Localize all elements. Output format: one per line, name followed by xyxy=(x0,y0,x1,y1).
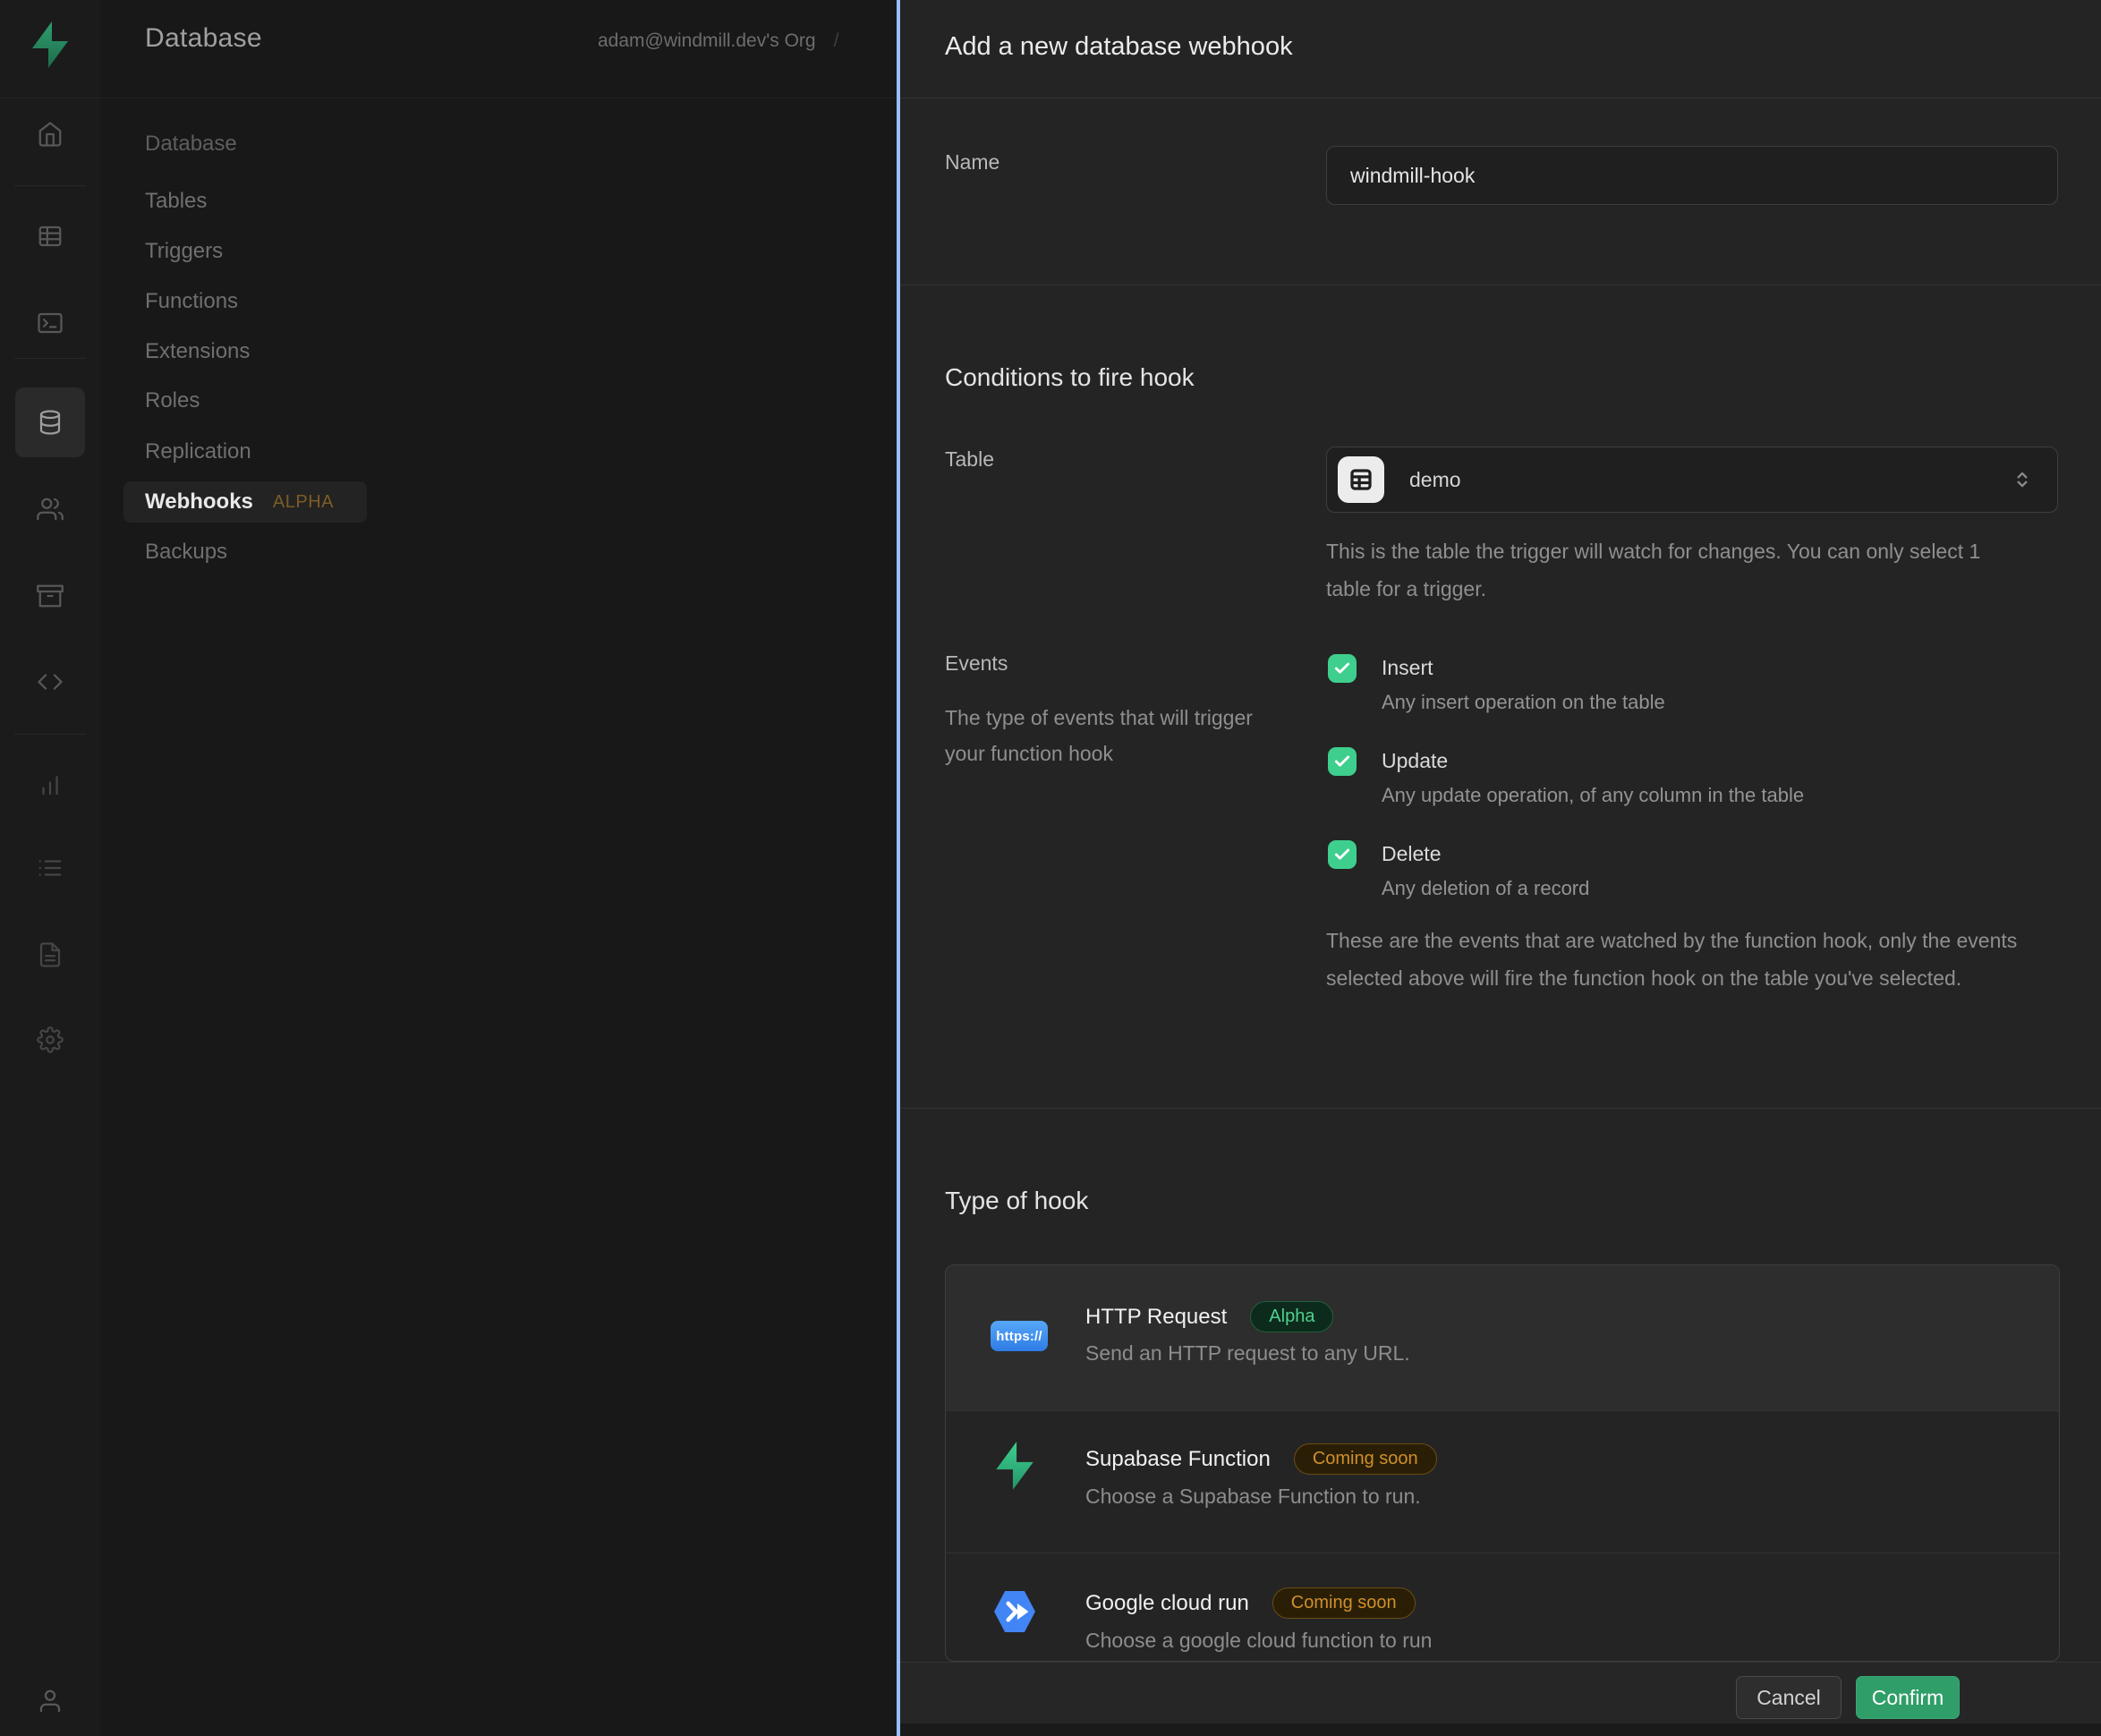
delete-checkbox[interactable] xyxy=(1328,840,1357,869)
breadcrumb: adam@windmill.dev's Org / xyxy=(598,30,838,52)
database-icon xyxy=(37,409,64,436)
sidebar-item-functions[interactable]: Functions xyxy=(145,289,238,314)
rail-divider xyxy=(14,358,86,359)
hook-option-http-request[interactable]: https:// HTTP Request Alpha Send an HTTP… xyxy=(946,1265,2059,1410)
webhook-name-input[interactable] xyxy=(1326,146,2058,205)
sidebar-item-roles[interactable]: Roles xyxy=(145,388,200,413)
reports-icon[interactable] xyxy=(37,771,64,798)
sidebar-item-triggers[interactable]: Triggers xyxy=(145,239,223,264)
alpha-pill: Alpha xyxy=(1250,1301,1333,1332)
hook-type-options: https:// HTTP Request Alpha Send an HTTP… xyxy=(945,1264,2060,1662)
insert-desc: Any insert operation on the table xyxy=(1382,691,1665,714)
name-label: Name xyxy=(945,150,999,174)
check-icon xyxy=(1333,753,1351,770)
conditions-heading: Conditions to fire hook xyxy=(945,363,1195,392)
supabase-logo-icon xyxy=(992,1440,1037,1492)
hook-option-desc: Choose a google cloud function to run xyxy=(1085,1629,1432,1653)
sidebar-item-webhooks[interactable]: Webhooks ALPHA xyxy=(145,489,334,515)
hook-option-google-cloud-run[interactable]: Google cloud run Coming soon Choose a go… xyxy=(946,1553,2059,1662)
hook-option-title: Supabase Function xyxy=(1085,1447,1271,1472)
storage-icon[interactable] xyxy=(37,583,64,609)
insert-checkbox[interactable] xyxy=(1328,654,1357,683)
delete-desc: Any deletion of a record xyxy=(1382,877,1589,900)
table-help-text: This is the table the trigger will watch… xyxy=(1326,532,2015,608)
webhooks-label: Webhooks xyxy=(145,489,253,515)
hook-option-desc: Choose a Supabase Function to run. xyxy=(1085,1485,1421,1509)
drawer-title: Add a new database webhook xyxy=(945,32,1293,62)
table-icon xyxy=(1338,456,1384,503)
table-label: Table xyxy=(945,447,994,472)
check-icon xyxy=(1333,660,1351,677)
docs-icon[interactable] xyxy=(37,941,64,968)
supabase-logo[interactable] xyxy=(29,20,72,70)
cancel-button[interactable]: Cancel xyxy=(1736,1676,1842,1719)
database-sidebar: Database adam@windmill.dev's Org / Datab… xyxy=(100,0,897,1736)
breadcrumb-separator: / xyxy=(834,30,839,52)
divider xyxy=(900,1108,2101,1109)
sidebar-item-extensions[interactable]: Extensions xyxy=(145,339,250,364)
sidebar-item-tables[interactable]: Tables xyxy=(145,189,207,214)
alpha-badge: ALPHA xyxy=(273,492,334,513)
google-cloud-icon xyxy=(989,1586,1041,1638)
icon-rail xyxy=(0,0,101,1736)
authentication-icon[interactable] xyxy=(37,496,64,523)
update-label: Update xyxy=(1382,749,1448,773)
page-title: Database xyxy=(145,23,262,54)
database-nav-active[interactable] xyxy=(15,387,85,457)
update-checkbox[interactable] xyxy=(1328,747,1357,776)
org-name: adam@windmill.dev's Org xyxy=(598,30,816,52)
hook-option-supabase-function[interactable]: Supabase Function Coming soon Choose a S… xyxy=(946,1411,2059,1553)
confirm-button[interactable]: Confirm xyxy=(1856,1676,1960,1719)
logs-icon[interactable] xyxy=(37,855,64,881)
table-select[interactable]: demo xyxy=(1326,447,2058,513)
sidebar-item-backups[interactable]: Backups xyxy=(145,540,227,565)
insert-label: Insert xyxy=(1382,656,1433,680)
window-edge xyxy=(900,1723,2101,1736)
home-icon[interactable] xyxy=(37,121,64,148)
rail-divider xyxy=(14,734,86,735)
hook-option-title: HTTP Request xyxy=(1085,1305,1227,1330)
hook-option-title: Google cloud run xyxy=(1085,1591,1249,1616)
update-desc: Any update operation, of any column in t… xyxy=(1382,784,1804,807)
events-sublabel: The type of events that will trigger you… xyxy=(945,700,1254,771)
account-icon[interactable] xyxy=(37,1688,64,1715)
settings-icon[interactable] xyxy=(37,1026,64,1053)
table-select-value: demo xyxy=(1409,468,1986,492)
events-note: These are the events that are watched by… xyxy=(1326,922,2033,997)
rail-divider xyxy=(14,185,86,186)
sidebar-item-database[interactable]: Database xyxy=(145,132,237,157)
hook-option-desc: Send an HTTP request to any URL. xyxy=(1085,1341,1410,1366)
sql-editor-icon[interactable] xyxy=(37,310,64,336)
delete-label: Delete xyxy=(1382,842,1441,866)
webhook-drawer: Add a new database webhook Name Conditio… xyxy=(897,0,2101,1736)
coming-soon-pill: Coming soon xyxy=(1294,1443,1437,1475)
check-icon xyxy=(1333,846,1351,864)
table-editor-icon[interactable] xyxy=(37,223,64,250)
edge-functions-icon[interactable] xyxy=(37,668,64,695)
chevron-up-down-icon xyxy=(2011,468,2034,491)
hook-type-heading: Type of hook xyxy=(945,1187,1088,1215)
https-badge-label: https:// xyxy=(996,1329,1042,1344)
supabase-dashboard: Database adam@windmill.dev's Org / Datab… xyxy=(0,0,2101,1736)
https-badge-icon: https:// xyxy=(991,1321,1048,1351)
events-label: Events xyxy=(945,651,1008,676)
sidebar-item-replication[interactable]: Replication xyxy=(145,439,251,464)
coming-soon-pill: Coming soon xyxy=(1272,1587,1416,1619)
